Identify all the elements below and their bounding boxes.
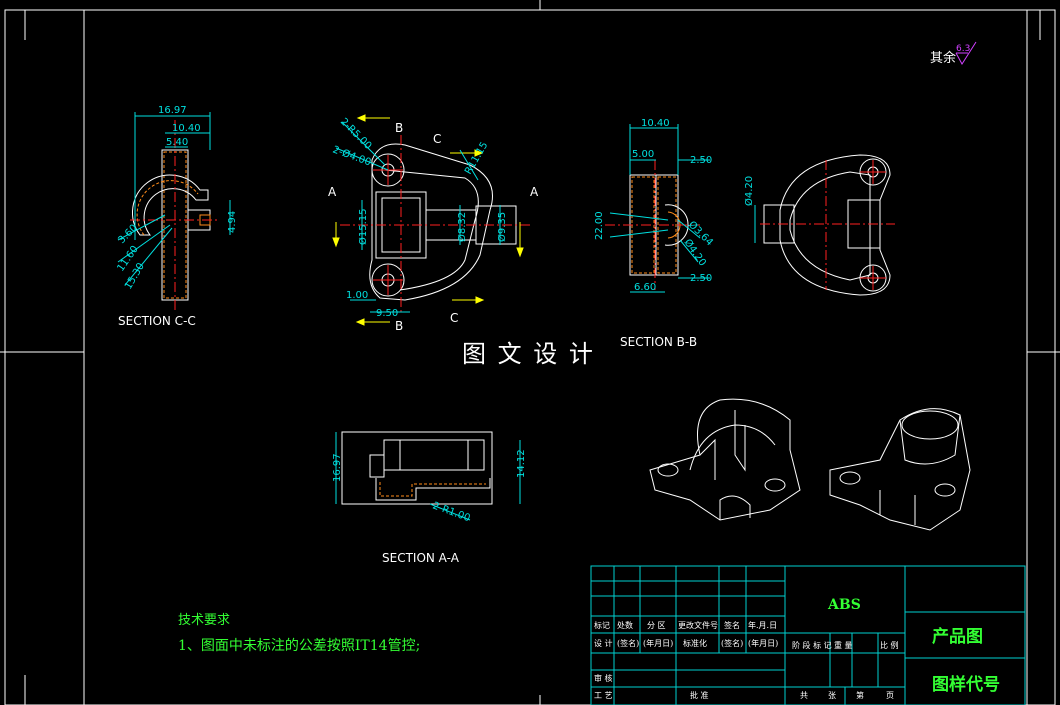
tech-notes-item: 1、图面中未标注的公差按照IT14管控; [178,638,420,654]
review-label: 审 核 [594,673,613,683]
dim-cc-2: 5.40 [166,137,188,148]
dim-side-0: Ø4.20 [743,176,755,206]
row-label-3: 更改文件号 [678,620,718,630]
row-label-0: 标记 [594,620,610,630]
dim-bb-0: 10.40 [641,118,670,129]
dim-bb-7: 6.60 [634,282,656,293]
marker-c-top: C [433,132,441,146]
dim-bb-1: 5.00 [632,149,654,160]
row-label-4: 签名 [724,620,740,630]
marker-b-bottom: B [395,319,403,333]
dim-bb-6: 2.50 [690,273,712,284]
design-row-3: 标准化 [683,638,707,648]
design-row-0: 设 计 [594,638,613,648]
craft-label: 工 艺 [594,691,613,700]
design-row-2: (年月日) [643,638,673,648]
marker-b-top: B [395,121,403,135]
marker-a-right: A [530,185,539,199]
design-row-1: (签名) [617,638,639,648]
marker-a-left: A [328,185,337,199]
dim-bb-2: 2.50 [690,155,712,166]
sheets-label-0: 共 [800,691,808,700]
section-aa-label: SECTION A-A [382,551,460,565]
drawing-sheet: 其余 6.3 16.97 10.40 5.40 4.94 3.60 11.60 … [0,0,1060,705]
dim-cc-1: 10.40 [172,123,201,134]
design-row-4: (签名) [721,638,743,648]
section-cc-label: SECTION C-C [118,314,196,328]
row-label-5: 年.月.日 [748,620,777,630]
dim-bb-3: 22.00 [594,211,605,240]
dim-front-4: Ø8.32 [456,212,468,242]
sheets-label-3: 页 [886,691,894,700]
title-product: 产品图 [932,626,983,647]
sheets-label-1: 张 [828,691,836,700]
title-drawing-code: 图样代号 [932,674,1000,695]
stage-label-0: 阶 段 标 记 [792,640,832,650]
section-bb-label: SECTION B-B [620,335,697,349]
dim-cc-0: 16.97 [158,105,187,116]
row-label-2: 分 区 [647,621,666,630]
dim-front-5: Ø9.35 [496,212,508,242]
title-material: ABS [827,597,861,613]
dim-aa-0: 16.97 [332,453,343,482]
design-row-5: (年月日) [748,638,778,648]
dim-cc-3: 4.94 [227,211,238,233]
approve-label: 批 准 [690,690,709,700]
roughness-value: 6.3 [956,44,970,54]
watermark-text: 图 文 设 计 [462,340,595,368]
dim-front-3: Ø15.15 [357,209,369,246]
roughness-prefix: 其余 [930,50,956,66]
stage-label-1: 重 量 [834,640,853,650]
row-label-1: 处数 [617,620,633,630]
tech-notes-heading: 技术要求 [178,613,230,628]
dim-front-7: 9.50 [376,308,398,319]
sheets-label-2: 第 [856,690,864,700]
stage-label-2: 比 例 [880,640,899,650]
dim-aa-1: 14.12 [516,449,527,478]
marker-c-bottom: C [450,311,458,325]
dim-front-6: 1.00 [346,290,368,301]
